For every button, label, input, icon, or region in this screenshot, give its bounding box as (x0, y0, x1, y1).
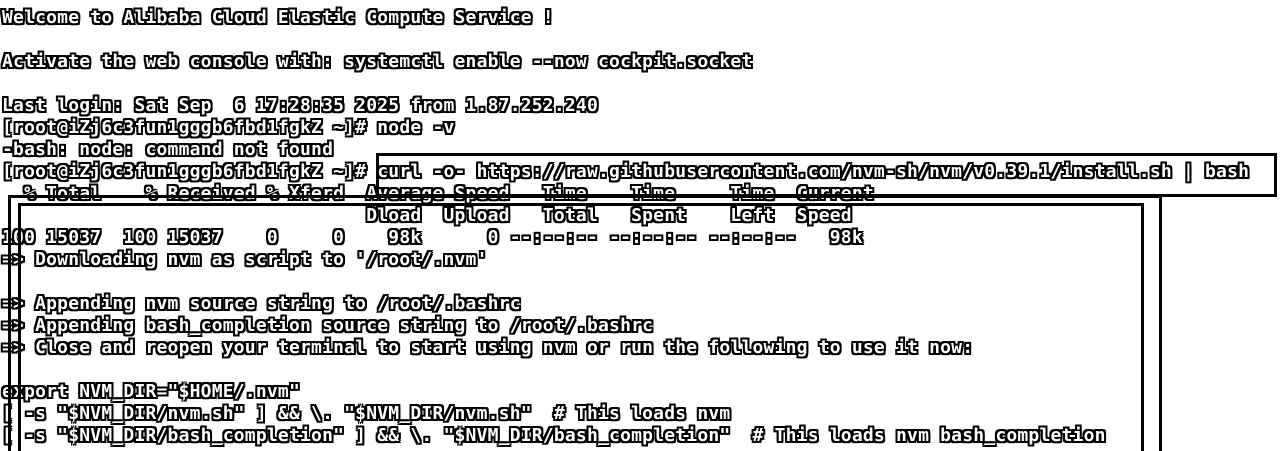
terminal-line-nvm-download: => Downloading nvm as script to '/root/.… (2, 249, 488, 270)
terminal-line-append-source: => Appending nvm source string to /root/… (2, 293, 521, 314)
terminal-line-welcome: Welcome to Alibaba Cloud Elastic Compute… (2, 7, 554, 28)
terminal-window[interactable]: Welcome to Alibaba Cloud Elastic Compute… (0, 0, 1280, 451)
terminal-line-last-login: Last login: Sat Sep 6 17:28:35 2025 from… (2, 95, 598, 116)
terminal-line-curl-command: [root@iZj6c3fun1gggb6fbd1fgkZ ~]# curl -… (2, 161, 1250, 182)
terminal-line-curl-header: % Total % Received % Xferd Average Speed… (2, 183, 874, 204)
terminal-line-reopen-hint: => Close and reopen your terminal to sta… (2, 337, 974, 358)
terminal-line-append-completion: => Appending bash_completion source stri… (2, 315, 654, 336)
terminal-line-curl-progress: 100 15037 100 15037 0 0 98k 0 --:--:-- -… (2, 227, 863, 248)
terminal-line-curl-subheader: Dload Upload Total Spent Left Speed (2, 205, 852, 226)
terminal-line-node-command: [root@iZj6c3fun1gggb6fbd1fgkZ ~]# node -… (2, 117, 455, 138)
terminal-line-load-completion: [ -s "$NVM_DIR/bash_completion" ] && \. … (2, 425, 1106, 446)
terminal-line-node-error: -bash: node: command not found (2, 139, 334, 160)
terminal-line-export-nvm-dir: export NVM_DIR="$HOME/.nvm" (2, 381, 300, 402)
terminal-line-activate-console: Activate the web console with: systemctl… (2, 51, 753, 72)
terminal-line-load-nvm: [ -s "$NVM_DIR/nvm.sh" ] && \. "$NVM_DIR… (2, 403, 731, 424)
